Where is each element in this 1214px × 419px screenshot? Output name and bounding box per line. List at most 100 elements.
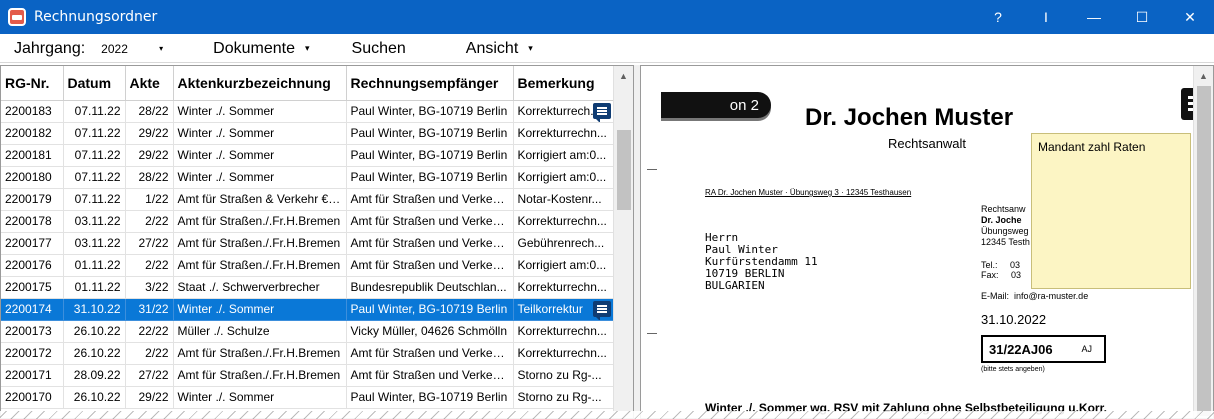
cell-date: 31.10.22 (63, 298, 126, 321)
fold-mark (647, 169, 657, 170)
menu-suchen[interactable]: Suchen (352, 40, 406, 58)
note-text: Korrekturrechn... (517, 346, 607, 360)
cell-note: Korrekturrechn... (513, 342, 614, 365)
cell-date: 07.11.22 (63, 144, 126, 167)
table-row[interactable]: 2200175 01.11.22 3/22 Staat ./. Schwerverbr… (1, 276, 614, 299)
year-select[interactable]: 2022 ▾ (95, 38, 167, 60)
cell-file: 28/22 (125, 166, 174, 189)
menu-ansicht-label: Ansicht (465, 39, 519, 57)
table-row[interactable]: 2200176 01.11.22 2/22 Amt für Straßen./.Fr.… (1, 254, 614, 277)
menu-dokumente[interactable]: Dokumente ▾ (213, 40, 309, 58)
cell-short: Amt für Straßen./.Fr.H.Bremen (173, 210, 347, 233)
help-button[interactable]: ? (974, 0, 1022, 34)
cell-note: Korrigiert am:0... (513, 144, 614, 167)
table-row[interactable]: 2200177 03.11.22 27/22 Amt für Straßen./.Fr… (1, 232, 614, 255)
cell-nr: 2200177 (1, 232, 64, 255)
table-row[interactable]: 2200171 28.09.22 27/22 Amt für Straßen./.Fr… (1, 364, 614, 387)
cell-nr: 2200171 (1, 364, 64, 387)
column-header-rg-nr[interactable]: RG-Nr. (1, 66, 64, 101)
cell-date: 01.11.22 (63, 254, 126, 277)
cell-recipient: Vicky Müller, 04626 Schmölln (346, 320, 514, 343)
table-row[interactable]: 2200178 03.11.22 2/22 Amt für Straßen./.Fr.… (1, 210, 614, 233)
cell-nr: 2200174 (1, 298, 64, 321)
cell-recipient: Amt für Straßen und Verkehr... (346, 342, 514, 365)
folder-app-icon (8, 8, 26, 26)
close-button[interactable]: ✕ (1166, 0, 1214, 34)
menu-suchen-label: Suchen (351, 39, 406, 57)
cell-short: Winter ./. Sommer (173, 144, 347, 167)
comment-icon[interactable] (592, 102, 611, 121)
scroll-up-icon[interactable]: ▲ (1194, 66, 1213, 86)
cell-recipient: Bundesrepublik Deutschlan... (346, 276, 514, 299)
window-title: Rechnungsordner (34, 9, 158, 25)
cell-recipient: Amt für Straßen und Verkehr... (346, 232, 514, 255)
cell-nr: 2200183 (1, 100, 64, 123)
note-text: Korrekturrechn... (517, 280, 607, 294)
table-row[interactable]: 2200183 07.11.22 28/22 Winter ./. Sommer Pau… (1, 100, 614, 123)
sender-email: E-Mail: info@ra-muster.de (981, 291, 1088, 301)
chevron-down-icon: ▾ (159, 44, 164, 53)
cell-note: Korrekturrechn... (513, 122, 614, 145)
sender-name: Dr. Joche (981, 215, 1022, 225)
cell-short: Amt für Straßen./.Fr.H.Bremen (173, 342, 347, 365)
sender-city: 12345 Testh (981, 237, 1030, 247)
cell-file: 2/22 (125, 210, 174, 233)
sender-name-text: Dr. Joche (981, 215, 1022, 225)
scroll-up-icon[interactable]: ▲ (614, 66, 633, 86)
table-row[interactable]: 2200170 26.10.22 29/22 Winter ./. Sommer Pau… (1, 386, 614, 409)
cell-file: 27/22 (125, 364, 174, 387)
column-header-akte[interactable]: Akte (125, 66, 174, 101)
sticky-note[interactable]: Mandant zahl Raten (1031, 133, 1191, 289)
comment-icon[interactable] (592, 300, 611, 319)
tel-label: Tel.: (981, 260, 998, 270)
cell-note: Notar-Kostenr... (513, 188, 614, 211)
caret-down-icon: ▾ (528, 43, 533, 53)
cell-recipient: Amt für Straßen und Verkehr... (346, 254, 514, 277)
cell-note: Korrekturrechn... (513, 320, 614, 343)
scroll-thumb[interactable] (617, 130, 631, 210)
table-row[interactable]: 2200181 07.11.22 29/22 Winter ./. Sommer Pau… (1, 144, 614, 167)
list-scrollbar[interactable]: ▲ (613, 66, 633, 418)
cell-nr: 2200180 (1, 166, 64, 189)
cell-date: 07.11.22 (63, 100, 126, 123)
caret-down-icon: ▾ (305, 43, 310, 53)
cell-date: 07.11.22 (63, 122, 126, 145)
note-text: Korrigiert am:0... (517, 148, 607, 162)
cell-note: Teilkorrektur (513, 298, 614, 321)
column-header-rechnungsempfaenger[interactable]: Rechnungsempfänger (346, 66, 514, 101)
file-number: 31/22AJ06 (989, 341, 1053, 357)
note-text: Teilkorrektur (517, 302, 583, 316)
table-row[interactable]: 2200172 26.10.22 2/22 Amt für Straßen./.Fr.… (1, 342, 614, 365)
cell-short: Amt für Straßen./.Fr.H.Bremen (173, 232, 347, 255)
column-header-datum[interactable]: Datum (63, 66, 126, 101)
preview-scrollbar[interactable]: ▲ (1193, 66, 1213, 418)
minimize-button[interactable]: — (1070, 0, 1118, 34)
table-row[interactable]: 2200174 31.10.22 31/22 Winter ./. Sommer Pau… (1, 298, 614, 321)
file-hint: (bitte stets angeben) (981, 366, 1045, 373)
document-preview-pane: on 2 Dr. Jochen Muster Rechtsanwalt RA D… (640, 65, 1214, 419)
cell-nr: 2200178 (1, 210, 64, 233)
hamburger-menu-icon[interactable] (1181, 88, 1193, 120)
table-row[interactable]: 2200179 07.11.22 1/22 Amt für Straßen & Ver… (1, 188, 614, 211)
cell-short: Müller ./. Schulze (173, 320, 347, 343)
scroll-thumb[interactable] (1197, 86, 1211, 416)
menu-ansicht[interactable]: Ansicht ▾ (466, 40, 533, 58)
maximize-button[interactable]: ☐ (1118, 0, 1166, 34)
cell-date: 26.10.22 (63, 342, 126, 365)
table-row[interactable]: 2200173 26.10.22 22/22 Müller ./. Schulze Vi… (1, 320, 614, 343)
note-text: Korrigiert am:0... (517, 258, 607, 272)
cell-short: Amt für Straßen./.Fr.H.Bremen (173, 254, 347, 277)
column-header-aktenkurzbezeichnung[interactable]: Aktenkurzbezeichnung (173, 66, 347, 101)
table-row[interactable]: 2200180 07.11.22 28/22 Winter ./. Sommer Pau… (1, 166, 614, 189)
table-row[interactable]: 2200182 07.11.22 29/22 Winter ./. Sommer Pau… (1, 122, 614, 145)
fax-label: Fax: (981, 270, 999, 280)
cell-nr: 2200173 (1, 320, 64, 343)
cell-short: Amt für Straßen & Verkehr €ÄÜ (173, 188, 347, 211)
cell-date: 26.10.22 (63, 386, 126, 409)
cell-note: Korrigiert am:0... (513, 254, 614, 277)
cell-file: 27/22 (125, 232, 174, 255)
column-header-bemerkung[interactable]: Bemerkung (513, 66, 614, 101)
cell-file: 29/22 (125, 386, 174, 409)
cell-file: 2/22 (125, 254, 174, 277)
cell-short: Winter ./. Sommer (173, 166, 347, 189)
